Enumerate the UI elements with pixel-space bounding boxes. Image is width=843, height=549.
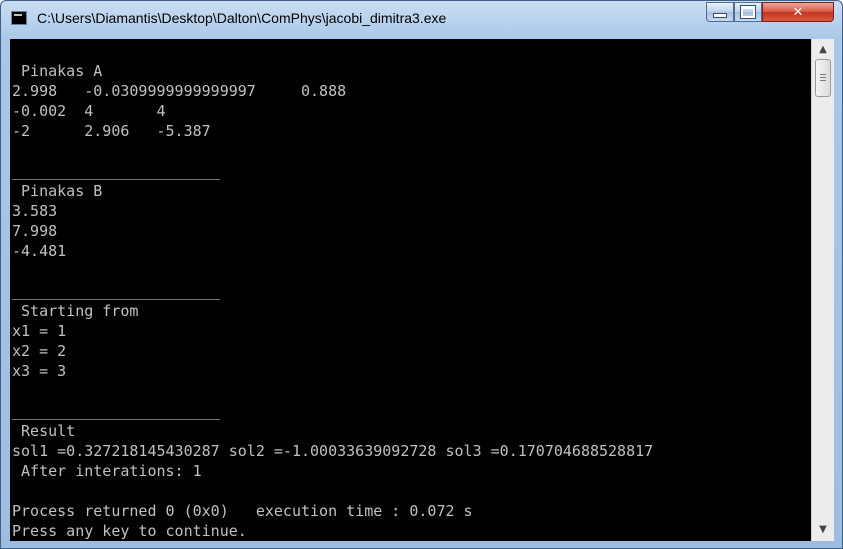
thumb-grip-line (820, 80, 826, 81)
console-window: C:\Users\Diamantis\Desktop\Dalton\ComPhy… (0, 0, 843, 549)
vertical-scrollbar[interactable]: ▲ ▼ (811, 39, 834, 541)
console-output-area[interactable]: Pinakas A 2.998 -0.0309999999999997 0.88… (10, 39, 811, 541)
console-output-text: Pinakas A 2.998 -0.0309999999999997 0.88… (12, 62, 654, 540)
title-bar[interactable]: C:\Users\Diamantis\Desktop\Dalton\ComPhy… (1, 1, 842, 39)
close-button[interactable]: ✕ (762, 2, 834, 22)
maximize-icon (740, 5, 756, 19)
maximize-button[interactable] (734, 2, 762, 22)
close-icon: ✕ (792, 4, 804, 20)
console-app-icon[interactable] (11, 11, 27, 25)
window-title: C:\Users\Diamantis\Desktop\Dalton\ComPhy… (37, 10, 447, 26)
scroll-down-icon[interactable]: ▼ (814, 521, 832, 539)
minimize-icon (713, 12, 727, 18)
scroll-up-icon[interactable]: ▲ (814, 41, 832, 59)
minimize-button[interactable] (706, 2, 734, 22)
thumb-grip-line (820, 77, 826, 78)
thumb-grip-line (820, 74, 826, 75)
scrollbar-thumb[interactable] (815, 59, 831, 97)
